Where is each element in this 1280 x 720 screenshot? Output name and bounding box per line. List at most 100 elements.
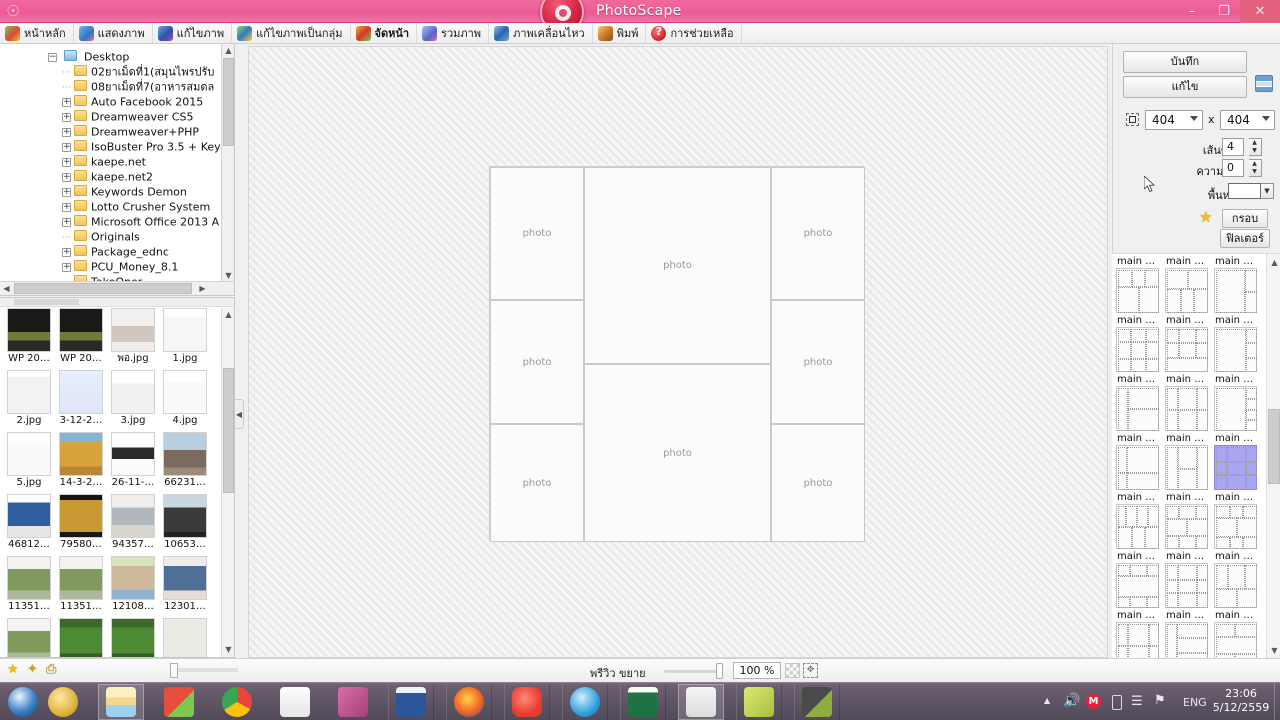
frame-button[interactable]: กรอบ	[1222, 209, 1268, 228]
template-item[interactable]: main …	[1115, 256, 1164, 313]
corner-round-stepper[interactable]: ▲ ▼	[1249, 159, 1262, 177]
thumbnail-item[interactable]: พอ.jpg	[108, 308, 158, 370]
tree-row[interactable]: + kaepe.net2	[0, 169, 222, 184]
menu-item-print[interactable]: พิมพ์	[593, 23, 647, 43]
panel-collapse-handle[interactable]: ◀	[235, 399, 244, 429]
thumbnail-item[interactable]: 1.jpg	[160, 308, 210, 370]
thumbnail-vertical-scrollbar[interactable]: ▲ ▼	[221, 308, 234, 657]
tree-row[interactable]: + PCU_Money_8.1	[0, 259, 222, 274]
mail-badge-icon[interactable]: M	[1086, 694, 1101, 709]
expand-icon[interactable]: +	[62, 142, 71, 152]
canvas-height-combo[interactable]: 404	[1220, 110, 1275, 130]
photo-slot[interactable]: photo	[584, 167, 771, 364]
photo-slot[interactable]: photo	[771, 167, 865, 300]
thumbnail-item[interactable]: 15326…	[108, 618, 158, 657]
excel-icon[interactable]	[628, 687, 658, 717]
thumbnail-item[interactable]: 46812…	[4, 494, 54, 556]
tree-row[interactable]: + IsoBuster Pro 3.5 + Key	[0, 139, 222, 154]
expand-icon[interactable]: +	[62, 97, 71, 107]
compare-icon[interactable]: ⎙	[46, 662, 56, 678]
menu-item-editor[interactable]: แก้ไขภาพ	[153, 23, 233, 43]
menu-item-help[interactable]: การช่วยเหลือ	[646, 23, 742, 43]
search-file-icon[interactable]	[280, 687, 310, 717]
template-item[interactable]: main …	[1164, 551, 1213, 608]
page-sheet[interactable]: photo photo photo photo photo photo photo photo	[489, 166, 865, 542]
scroll-right-icon[interactable]: ▶	[196, 282, 209, 295]
chevron-up-icon[interactable]: ▲	[1044, 696, 1050, 705]
canvas-width-combo[interactable]: 404	[1145, 110, 1203, 130]
stepper-down-icon[interactable]: ▼	[1249, 168, 1260, 176]
tree-row[interactable]: ··· 08ยาเม็ดที่7(อาหารสมดล	[0, 79, 222, 94]
template-item[interactable]: main …	[1213, 256, 1262, 313]
photo-slot[interactable]: photo	[490, 300, 584, 424]
template-item[interactable]: main …	[1115, 315, 1164, 372]
template-item[interactable]: main …	[1213, 433, 1262, 490]
template-item[interactable]: main …	[1213, 551, 1262, 608]
rotate-icon[interactable]: ✦	[27, 662, 38, 678]
template-item[interactable]: main …	[1164, 433, 1213, 490]
thumbnail-item[interactable]: WP 20…	[56, 308, 106, 370]
template-vertical-scrollbar[interactable]: ▲ ▼	[1266, 254, 1280, 658]
tree-row-root[interactable]: − Desktop	[0, 49, 222, 64]
windows-start-icon[interactable]	[8, 687, 38, 717]
menu-item-batch-editor[interactable]: แก้ไขภาพเป็นกลุ่ม	[232, 23, 351, 43]
template-item[interactable]: main …	[1164, 492, 1213, 549]
menu-item-animated-gif[interactable]: ภาพเคลื่อนไหว	[489, 23, 593, 43]
notepad-plus-icon[interactable]	[164, 687, 194, 717]
scroll-thumb[interactable]	[1268, 409, 1280, 484]
template-item[interactable]: main …	[1115, 492, 1164, 549]
thumbnail-item[interactable]: 3-12-2…	[56, 370, 106, 432]
scroll-thumb[interactable]	[14, 283, 192, 294]
thumbnail-item[interactable]: 3.jpg	[108, 370, 158, 432]
thumbnail-item[interactable]: 94357…	[108, 494, 158, 556]
expand-icon[interactable]: +	[62, 112, 71, 122]
gom-player-icon[interactable]	[512, 687, 542, 717]
corner-round-input[interactable]: 0	[1222, 159, 1244, 177]
scroll-down-icon[interactable]: ▼	[222, 643, 234, 656]
template-item[interactable]: main …	[1213, 492, 1262, 549]
split-view-icon[interactable]	[1255, 75, 1273, 92]
stepper-up-icon[interactable]: ▲	[1249, 139, 1260, 147]
photo-slot[interactable]: photo	[771, 300, 865, 424]
tree-row[interactable]: ··· 02ยาเม็ดที่1(สมุนไพรปรับ	[0, 64, 222, 79]
thumbnail-item[interactable]: 12301…	[160, 556, 210, 618]
background-color-swatch[interactable]	[1228, 183, 1261, 199]
photoscape-icon[interactable]	[686, 687, 716, 717]
template-item[interactable]: main …	[1115, 551, 1164, 608]
chrome-icon[interactable]	[222, 687, 252, 717]
scroll-thumb[interactable]	[223, 58, 234, 146]
template-item[interactable]: main …	[1164, 610, 1213, 658]
tree-row[interactable]: ··· Originals	[0, 229, 222, 244]
template-grid[interactable]: main … main … main … main … main … main … main…	[1115, 256, 1263, 658]
thumbnail-item[interactable]: 66231…	[160, 432, 210, 494]
template-item[interactable]: main …	[1115, 610, 1164, 658]
tree-row[interactable]: + kaepe.net	[0, 154, 222, 169]
tree-row[interactable]: + Lotto Crusher System	[0, 199, 222, 214]
scroll-down-icon[interactable]: ▼	[1268, 644, 1280, 657]
tree-row[interactable]: + Dreamweaver+PHP	[0, 124, 222, 139]
language-indicator[interactable]: ENG	[1183, 696, 1207, 709]
thumbnail-item[interactable]: 12108…	[108, 556, 158, 618]
expand-icon[interactable]: +	[62, 202, 71, 212]
thumbnail-item[interactable]: 14-3-2…	[56, 432, 106, 494]
tree-row[interactable]: + Microsoft Office 2013 A	[0, 214, 222, 229]
stepper-down-icon[interactable]: ▼	[1249, 147, 1260, 155]
battery-icon[interactable]	[1112, 695, 1122, 710]
menu-item-home[interactable]: หน้าหลัก	[0, 23, 74, 43]
expand-icon[interactable]: +	[62, 157, 71, 167]
expand-icon[interactable]: +	[62, 247, 71, 257]
stepper-up-icon[interactable]: ▲	[1249, 160, 1260, 168]
menu-item-page-layout[interactable]: จัดหน้า	[351, 23, 418, 43]
clock[interactable]: 23:06 5/12/2559	[1208, 687, 1274, 715]
chevron-down-icon[interactable]	[1190, 116, 1198, 121]
star-icon[interactable]: ★	[1199, 208, 1212, 226]
photo-slot[interactable]: photo	[771, 424, 865, 542]
word-icon[interactable]	[396, 687, 426, 717]
tree-row[interactable]: + Keywords Demon	[0, 184, 222, 199]
tree-row[interactable]: + Dreamweaver CS5	[0, 109, 222, 124]
tree-row[interactable]: + Auto Facebook 2015	[0, 94, 222, 109]
thumbnail-item[interactable]: 26-11-…	[108, 432, 158, 494]
speaker-icon[interactable]: 🔊	[1063, 693, 1080, 709]
tree-horizontal-scrollbar[interactable]: ◀ ▶	[0, 281, 234, 295]
thumbnail-item[interactable]: 2.jpg	[4, 370, 54, 432]
